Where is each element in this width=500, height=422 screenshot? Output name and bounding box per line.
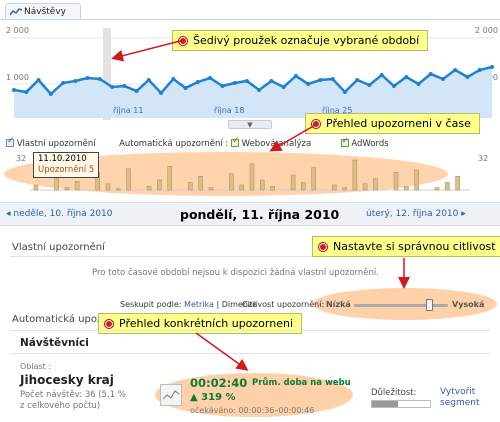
alert-bar[interactable] [311, 167, 316, 191]
sensitivity-slider-track[interactable] [354, 304, 448, 307]
importance-bar-fill [372, 401, 399, 407]
group-by-metric-link[interactable]: Metrika [184, 300, 214, 309]
current-day-title: pondělí, 11. října 2010 [180, 207, 340, 222]
metric-name: Prům. doba na webu [252, 378, 351, 388]
prev-day-link[interactable]: ◂ neděle, 10. října 2010 [6, 209, 113, 219]
x-label-2: října 18 [214, 106, 245, 115]
alert-bar[interactable] [455, 176, 460, 191]
alert-bar[interactable] [33, 184, 39, 191]
web-analysis-checkbox[interactable] [230, 136, 240, 147]
visits-count-line2: z celkového počtu) [20, 401, 101, 411]
annotation-overview: Přehled upozorneni v čase [305, 113, 480, 134]
adwords-checkbox[interactable] [340, 136, 349, 147]
collapse-handle[interactable]: ▼ [228, 120, 272, 129]
alert-bar[interactable] [301, 182, 306, 191]
alert-bar[interactable] [146, 186, 152, 191]
annotation-text: Přehled upozorneni v čase [326, 117, 471, 130]
alert-bar[interactable] [373, 178, 378, 191]
divider [10, 353, 490, 354]
prev-day-label: neděle, 10. října 2010 [13, 209, 113, 219]
alert-filter-row: Vlastní upozornění Automatická upozorněn… [6, 136, 389, 149]
custom-alerts-heading: Vlastní upozornění [12, 242, 105, 253]
visitors-heading: Návštěvníci [20, 337, 89, 349]
annotation-text: Šedivý proužek označuje vybrané období [193, 34, 420, 47]
group-by-control: Seskupit podle: Metrika | Dimenze [120, 300, 257, 309]
group-by-label: Seskupit podle: [120, 300, 182, 309]
alert-bar[interactable] [445, 182, 450, 191]
alert-bar[interactable] [208, 187, 214, 191]
alert-bar[interactable] [332, 184, 337, 191]
tab-label: Návštěvy [24, 7, 66, 17]
sensitivity-label: Citlivost upozornění: [242, 300, 325, 309]
importance-bar [371, 400, 431, 408]
tooltip-date: 11.10.2010 [38, 154, 87, 164]
alert-bar[interactable] [342, 187, 347, 191]
metric-change: ▲ 319 % [190, 392, 236, 403]
create-segment-link[interactable]: Vytvořit segment [440, 387, 490, 409]
metric-value: 00:02:40 [190, 376, 248, 390]
alert-bar[interactable] [126, 168, 131, 191]
alert-bar[interactable] [260, 179, 265, 191]
tab-visits[interactable]: Návštěvy [5, 3, 81, 20]
alert-bar[interactable] [352, 159, 358, 191]
alert-bar[interactable] [105, 183, 111, 191]
custom-alerts-empty-message: Pro toto časové období nejsou k dispozic… [92, 268, 379, 278]
sensitivity-high-label: Vysoká [452, 300, 485, 309]
adwords-label: AdWords [351, 139, 389, 149]
divider [10, 330, 490, 331]
annotation-marker [319, 242, 327, 251]
alert-bar[interactable] [239, 184, 244, 191]
alert-bar[interactable] [116, 188, 121, 191]
annotation-marker [179, 36, 187, 45]
next-day-link[interactable]: úterý, 12. října 2010 ▸ [366, 209, 466, 219]
next-day-label: úterý, 12. října 2010 [366, 209, 459, 219]
tooltip-count: Upozornění 5 [38, 165, 95, 175]
alert-bar[interactable] [74, 181, 80, 191]
sensitivity-slider-thumb[interactable] [426, 299, 434, 311]
alert-bar[interactable] [229, 173, 234, 191]
importance-label: Důležitost: [371, 388, 417, 398]
custom-alerts-label: Vlastní upozornění [16, 139, 96, 149]
area-label: Oblast : [20, 362, 52, 371]
alert-bar[interactable] [362, 183, 368, 191]
visits-count-line1: Počet návštěv: 36 (5,1 % [20, 390, 126, 400]
web-analysis-label: Webová analýza [241, 139, 312, 149]
arrow-to-item [195, 332, 249, 371]
alert-bar[interactable] [404, 186, 409, 191]
annotation-marker [105, 319, 113, 328]
automatic-alerts-heading: Automatická upoz [12, 314, 103, 325]
visits-area [14, 67, 492, 118]
x-label-1: října 11 [113, 106, 144, 115]
alert-bar[interactable] [270, 186, 275, 191]
alert-bar[interactable] [290, 174, 296, 191]
alert-bar[interactable] [434, 187, 440, 191]
automatic-alerts-label: Automatická upozornění : [119, 139, 229, 149]
alert-bar[interactable] [157, 179, 162, 191]
alert-tooltip: 11.10.2010 Upozornění 5 [33, 152, 100, 178]
next-arrow-icon: ▸ [458, 209, 466, 219]
alert-bar[interactable] [393, 172, 399, 191]
alert-bar[interactable] [167, 166, 172, 191]
region-name: Jihocesky kraj [20, 373, 114, 387]
annotation-text: Přehled konkrétních upozorneni [119, 317, 294, 330]
annotation-text: Nastavte si správnou citlivost [333, 240, 496, 253]
sparkline-chart-icon[interactable] [160, 384, 182, 406]
annotation-sensitivity: Nastavte si správnou citlivost [312, 236, 500, 257]
sensitivity-low-label: Nízká [326, 300, 351, 309]
alert-bar[interactable] [414, 169, 419, 191]
alert-bar[interactable] [249, 163, 255, 191]
alert-bar[interactable] [64, 187, 70, 191]
custom-alerts-checkbox[interactable] [6, 136, 15, 147]
expected-range: očekáváno: 00:00:36–00:00:46 [190, 406, 315, 415]
group-by-separator: | [216, 300, 220, 309]
annotation-marker [312, 119, 320, 128]
alert-bar[interactable] [188, 182, 193, 191]
alert-bar[interactable] [198, 176, 203, 191]
annotation-gray-strip: Šedivý proužek označuje vybrané období [172, 30, 429, 51]
alert-bar[interactable] [54, 178, 59, 191]
